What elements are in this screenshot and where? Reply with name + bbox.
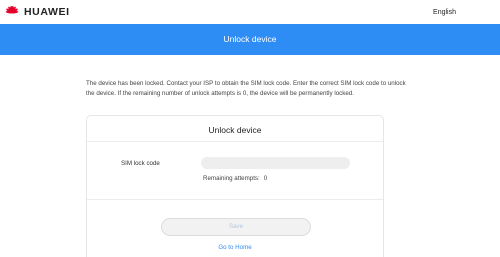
page-banner: Unlock device [0,24,500,55]
divider [87,199,383,200]
unlock-card: Unlock device SIM lock code Remaining at… [86,115,384,257]
brand-name: HUAWEI [24,6,70,18]
sim-lock-code-input[interactable] [201,157,350,169]
lock-notice: The device has been locked. Contact your… [86,80,406,97]
remaining-attempts-label: Remaining attempts: [203,175,260,182]
top-bar: HUAWEI English [0,0,500,24]
language-selector[interactable]: English [433,9,456,16]
page-title: Unlock device [223,34,277,44]
remaining-attempts-value: 0 [263,175,268,182]
sim-lock-code-label: SIM lock code [121,160,160,167]
card-title: Unlock device [208,125,262,135]
huawei-logo: HUAWEI [4,5,70,19]
save-button[interactable]: Save [161,218,311,236]
divider [87,141,383,142]
huawei-flower-icon [5,5,19,14]
remaining-attempts: Remaining attempts: 0 [203,175,267,182]
go-to-home-link[interactable]: Go to Home [87,244,383,251]
